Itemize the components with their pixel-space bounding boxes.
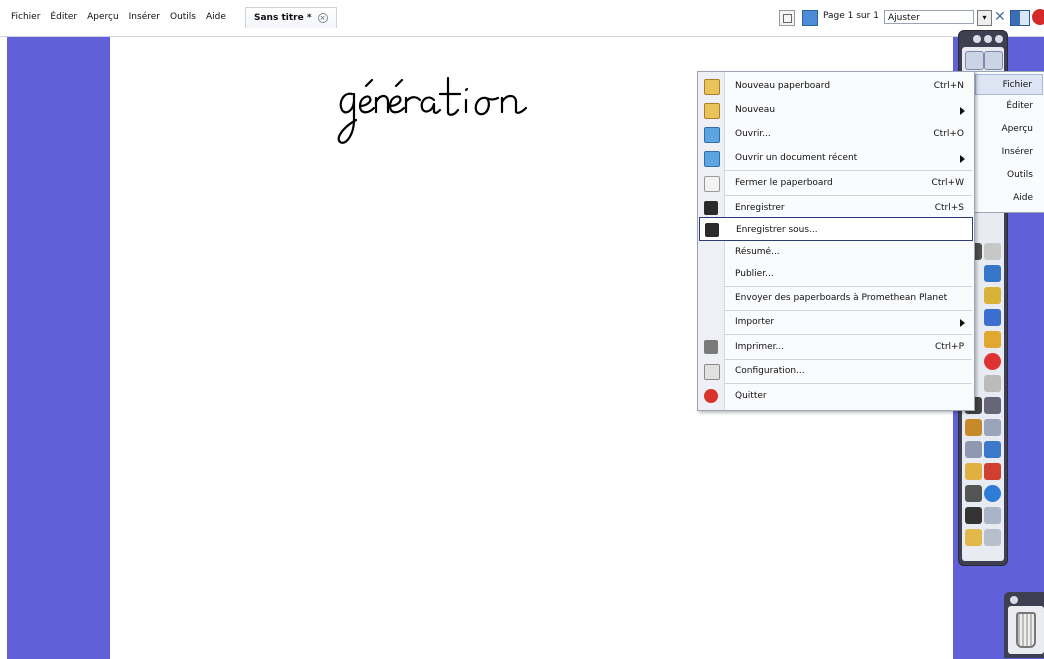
left-margin [7,37,110,659]
menu-bar: Fichier Éditer Aperçu Insérer Outils Aid… [6,9,231,25]
quit-icon [704,389,718,403]
menu-item-send-planet[interactable]: Envoyer des paperboards à Promethean Pla… [698,286,974,310]
menu-item-quit[interactable]: Quitter [698,384,974,408]
menu-outils[interactable]: Outils [165,9,201,25]
toolbox-menu-outils[interactable]: Outils [975,165,1043,186]
shapes-icon[interactable] [984,331,1001,348]
undo-icon[interactable] [984,375,1001,392]
display-icon[interactable] [1010,10,1030,26]
read-icon[interactable] [984,463,1001,480]
toolbox-minimize-icon[interactable] [984,35,992,43]
menu-fichier[interactable]: Fichier [6,9,45,25]
save-icon [704,201,718,215]
submenu-arrow-icon [960,107,965,115]
wrench-icon[interactable] [984,243,1001,260]
globe-icon[interactable] [984,485,1001,502]
toolbox-menu-icon[interactable] [973,35,981,43]
spotlight-icon[interactable] [965,419,982,436]
grid-icon[interactable] [984,419,1001,436]
page-view-icon[interactable] [802,10,818,26]
exit-icon[interactable] [1032,9,1044,25]
calculator-icon[interactable] [965,485,982,502]
new-flipchart-icon [704,79,720,95]
open-recent-icon [704,151,720,167]
menu-item-new-flipchart[interactable]: Nouveau paperboard Ctrl+N [698,74,974,98]
trash-close-icon[interactable] [1010,596,1018,604]
menu-item-open-recent[interactable]: Ouvrir un document récent [698,146,974,170]
print-icon [704,340,718,354]
handwritten-text [337,76,528,144]
clip-icon[interactable] [984,529,1001,546]
zoom-select[interactable]: Ajuster [884,10,974,24]
highlighter-icon[interactable] [984,309,1001,326]
menu-item-publish[interactable]: Publier... [698,262,974,286]
pen-icon[interactable] [984,265,1001,282]
menu-item-new[interactable]: Nouveau [698,98,974,122]
toolbox-menu-apercu[interactable]: Aperçu [975,119,1043,140]
ruler-icon[interactable] [984,441,1001,458]
screen-shade-icon[interactable] [984,397,1001,414]
reset-icon[interactable] [984,353,1001,370]
toolbox-header [963,35,1003,45]
save-tool-icon[interactable] [965,507,982,524]
fill-icon[interactable] [984,287,1001,304]
menu-item-close-flipchart[interactable]: Fermer le paperboard Ctrl+W [698,171,974,195]
page-indicator: Page 1 sur 1 [823,11,879,21]
magnifier-icon[interactable] [984,51,1003,70]
menu-inserer[interactable]: Insérer [124,9,165,25]
camera-icon[interactable] [965,441,982,458]
toolbox-menu-aide[interactable]: Aide [975,188,1043,209]
close-flipchart-icon [704,176,720,192]
toolbox-main-menu: Fichier Éditer Aperçu Insérer Outils Aid… [971,71,1044,213]
submenu-arrow-icon [960,155,965,163]
close-tab-icon[interactable]: × [317,13,328,23]
top-toolbar: Fichier Éditer Aperçu Insérer Outils Aid… [0,0,1044,37]
folder-icon[interactable] [965,529,982,546]
toolbox-menu-fichier[interactable]: Fichier [975,74,1043,95]
main-menu-icon[interactable] [965,51,984,70]
save-as-icon [705,223,719,237]
menu-item-open[interactable]: Ouvrir... Ctrl+O [698,122,974,146]
trash-panel [1004,592,1044,658]
toolbox-pin-icon[interactable] [995,35,1003,43]
menu-editer[interactable]: Éditer [45,9,82,25]
toolbox-menu-inserer[interactable]: Insérer [975,142,1043,163]
tools-icon[interactable]: ✕ [994,9,1006,25]
file-menu: Nouveau paperboard Ctrl+N Nouveau Ouvrir… [697,71,975,411]
menu-aide[interactable]: Aide [201,9,231,25]
menu-item-summary[interactable]: Résumé... [698,240,974,264]
new-icon [704,103,720,119]
recorder-icon[interactable] [965,463,982,480]
trash-icon[interactable] [1016,612,1036,648]
trash-area[interactable] [1008,606,1044,654]
open-icon [704,127,720,143]
toolbox-menu-editer[interactable]: Éditer [975,96,1043,117]
chevron-down-icon[interactable]: ▾ [977,10,992,26]
menu-item-print[interactable]: Imprimer... Ctrl+P [698,335,974,359]
menu-item-save-as[interactable]: Enregistrer sous... [699,217,973,241]
page-sorter-icon[interactable] [779,10,795,26]
image-icon[interactable] [984,507,1001,524]
document-tab[interactable]: Sans titre * × [245,7,337,28]
menu-item-import[interactable]: Importer [698,310,974,334]
settings-icon [704,364,720,380]
menu-apercu[interactable]: Aperçu [82,9,124,25]
document-tab-title: Sans titre * [254,13,312,23]
menu-item-settings[interactable]: Configuration... [698,359,974,383]
submenu-arrow-icon [960,319,965,327]
